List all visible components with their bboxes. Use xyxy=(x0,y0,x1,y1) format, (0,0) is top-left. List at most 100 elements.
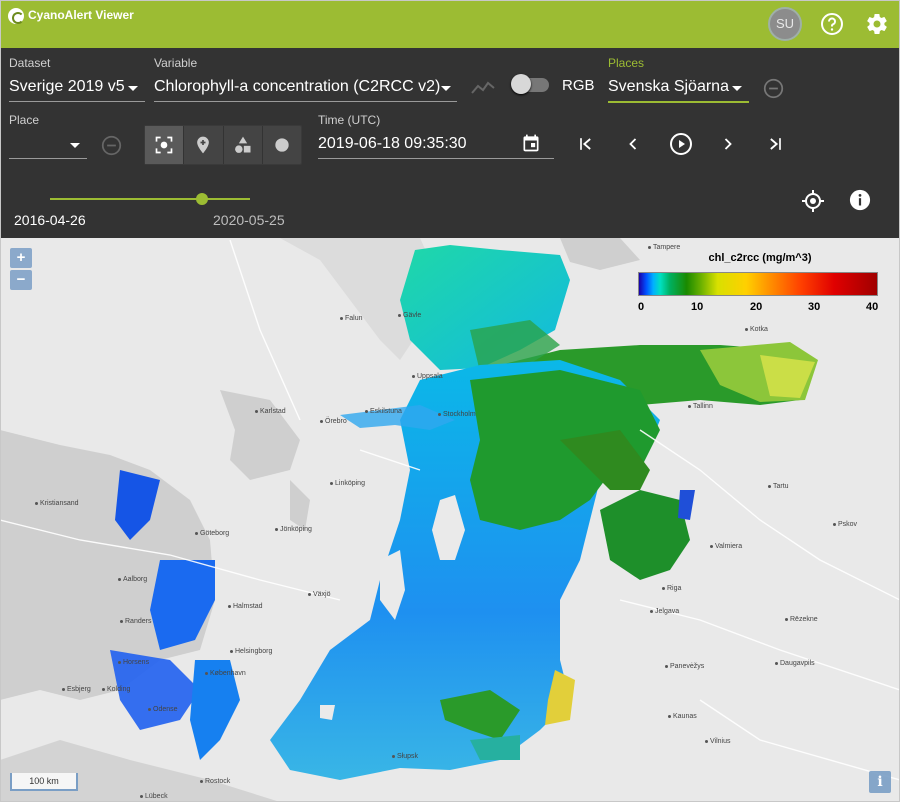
city-label: Valmiera xyxy=(710,543,742,550)
city-label: Kristiansand xyxy=(35,500,79,507)
city-name: Uppsala xyxy=(417,373,443,380)
city-dot-icon xyxy=(768,484,771,488)
city-name: Odense xyxy=(153,706,178,713)
next-step-icon[interactable] xyxy=(718,134,738,154)
city-name: Linköping xyxy=(335,480,365,487)
city-name: Pskov xyxy=(838,521,858,528)
remove-places-icon[interactable] xyxy=(763,78,784,99)
city-name: Lübeck xyxy=(145,793,168,800)
map-info-button[interactable]: i xyxy=(869,771,891,793)
places-underline xyxy=(608,101,749,103)
first-step-icon[interactable] xyxy=(576,134,596,154)
settings-gear-icon[interactable] xyxy=(865,12,889,36)
time-range-start: 2016-04-26 xyxy=(14,212,86,228)
app-bar: CyanoAlert Viewer SU xyxy=(0,0,900,48)
city-label: Uppsala xyxy=(412,373,443,380)
city-name: Tampere xyxy=(653,244,681,251)
city-dot-icon xyxy=(275,527,278,531)
zoom-in-button[interactable]: + xyxy=(10,248,32,268)
city-dot-icon xyxy=(648,245,651,249)
city-dot-icon xyxy=(710,544,713,548)
city-label: Tartu xyxy=(768,483,789,490)
remove-place-icon[interactable] xyxy=(101,135,122,156)
city-label: Esbjerg xyxy=(62,686,91,693)
city-dot-icon xyxy=(148,707,151,711)
previous-step-icon[interactable] xyxy=(623,134,643,154)
dataset-chevron-down-icon[interactable] xyxy=(128,86,138,91)
time-label: Time (UTC) xyxy=(318,113,381,127)
city-dot-icon xyxy=(412,374,415,378)
colorbar-legend: chl_c2rcc (mg/m^3) 0 10 20 30 40 xyxy=(638,252,882,318)
city-dot-icon xyxy=(230,649,233,653)
city-dot-icon xyxy=(340,316,343,320)
city-name: Jelgava xyxy=(655,608,680,615)
select-tool-button[interactable] xyxy=(145,126,185,164)
app-logo-icon xyxy=(8,8,24,24)
info-icon[interactable] xyxy=(849,189,871,211)
last-step-icon[interactable] xyxy=(765,134,785,154)
time-slider-thumb[interactable] xyxy=(196,193,208,205)
time-range-end: 2020-05-25 xyxy=(213,212,285,228)
user-avatar[interactable]: SU xyxy=(768,7,802,41)
time-slider-track[interactable] xyxy=(50,198,250,200)
city-label: København xyxy=(205,670,246,677)
variable-chevron-down-icon[interactable] xyxy=(441,86,451,91)
zoom-out-button[interactable]: − xyxy=(10,270,32,290)
calendar-icon[interactable] xyxy=(521,133,541,153)
variable-underline xyxy=(154,101,457,102)
polygon-tool-button[interactable] xyxy=(224,126,263,164)
city-label: Jelgava xyxy=(650,608,679,615)
city-dot-icon xyxy=(365,409,368,413)
help-icon[interactable] xyxy=(820,12,844,36)
city-label: Växjö xyxy=(308,591,331,598)
shapes-icon xyxy=(234,136,250,153)
rgb-toggle-knob[interactable] xyxy=(511,74,531,94)
city-name: Słupsk xyxy=(397,753,419,760)
variable-select[interactable]: Chlorophyll-a concentration (C2RCC v2) xyxy=(154,78,440,96)
app-title: CyanoAlert Viewer xyxy=(28,8,134,22)
map-view[interactable]: Gävle Uppsala Eskilstuna Örebro Karlstad Link… xyxy=(0,238,900,802)
city-name: Valmiera xyxy=(715,543,743,550)
time-underline xyxy=(318,158,554,159)
city-label: Tallinn xyxy=(688,403,713,410)
city-dot-icon xyxy=(392,754,395,758)
city-name: Horsens xyxy=(123,659,150,666)
place-chevron-down-icon[interactable] xyxy=(70,143,80,148)
legend-colorbar xyxy=(638,272,878,296)
city-label: Stockholm xyxy=(438,411,476,418)
circle-tool-button[interactable] xyxy=(263,126,301,164)
play-icon[interactable] xyxy=(669,132,693,156)
city-dot-icon xyxy=(688,404,691,408)
dataset-select[interactable]: Sverige 2019 v5 xyxy=(9,78,125,96)
city-dot-icon xyxy=(35,501,38,505)
time-input[interactable]: 2019-06-18 09:35:30 xyxy=(318,135,467,153)
places-chevron-down-icon[interactable] xyxy=(732,86,742,91)
city-name: Rostock xyxy=(205,778,231,785)
city-name: Randers xyxy=(125,618,152,625)
dataset-underline xyxy=(9,101,145,102)
timeseries-chart-icon[interactable] xyxy=(471,80,495,96)
legend-tick: 40 xyxy=(866,301,879,313)
locate-target-icon[interactable] xyxy=(801,189,825,213)
city-dot-icon xyxy=(118,660,121,664)
city-label: Örebro xyxy=(320,418,347,425)
places-select[interactable]: Svenska Sjöarna xyxy=(608,78,729,96)
city-label: Halmstad xyxy=(228,603,263,610)
city-name: Halmstad xyxy=(233,603,263,610)
city-dot-icon xyxy=(775,661,778,665)
city-label: Tampere xyxy=(648,244,680,251)
point-tool-button[interactable] xyxy=(184,126,224,164)
city-name: Aalborg xyxy=(123,576,148,583)
map-canvas xyxy=(0,238,900,802)
city-dot-icon xyxy=(140,794,143,798)
city-name: Örebro xyxy=(325,418,347,425)
city-label: Jönköping xyxy=(275,526,312,533)
city-dot-icon xyxy=(438,412,441,416)
city-dot-icon xyxy=(228,604,231,608)
city-label: Göteborg xyxy=(195,530,229,537)
city-name: Stockholm xyxy=(443,411,476,418)
city-name: Falun xyxy=(345,315,363,322)
city-name: Tallinn xyxy=(693,403,713,410)
city-dot-icon xyxy=(745,327,748,331)
city-dot-icon xyxy=(255,409,258,413)
